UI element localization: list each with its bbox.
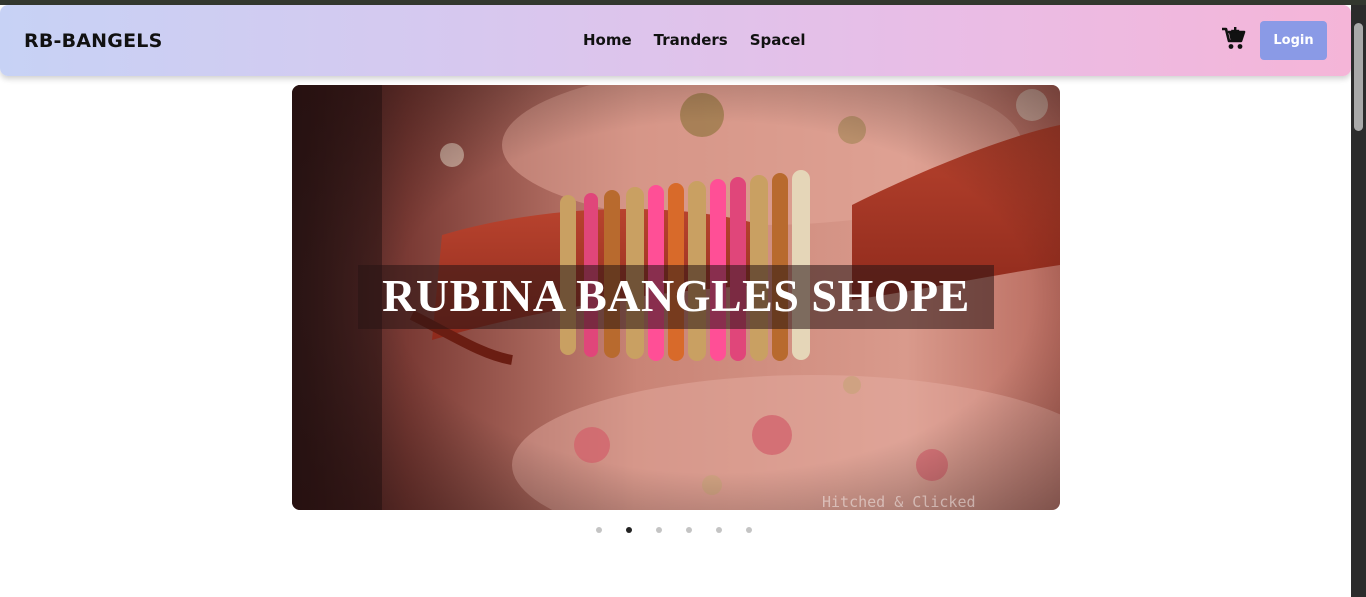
carousel-dot-6[interactable] bbox=[746, 527, 752, 533]
page-scrollbar[interactable] bbox=[1351, 5, 1366, 597]
slide-caption: RUBINA BANGLES SHOPE bbox=[382, 270, 970, 321]
carousel-indicators bbox=[596, 527, 776, 533]
hero-carousel[interactable]: RUBINA BANGLES SHOPE Hitched & Clicked bbox=[292, 85, 1060, 510]
login-button[interactable]: Login bbox=[1260, 21, 1327, 60]
scrollbar-thumb[interactable] bbox=[1354, 23, 1363, 131]
carousel-dot-5[interactable] bbox=[716, 527, 722, 533]
nav-link-tranders[interactable]: Tranders bbox=[654, 31, 728, 49]
carousel-dot-1[interactable] bbox=[596, 527, 602, 533]
carousel-dot-2[interactable] bbox=[626, 527, 632, 533]
nav-link-spacel[interactable]: Spacel bbox=[750, 31, 806, 49]
cart-icon[interactable] bbox=[1221, 27, 1247, 51]
nav-links: Home Tranders Spacel bbox=[583, 31, 828, 49]
brand-logo[interactable]: RB-BANGELS bbox=[24, 30, 162, 52]
carousel-dot-3[interactable] bbox=[656, 527, 662, 533]
slide-caption-box: RUBINA BANGLES SHOPE bbox=[358, 265, 994, 329]
image-watermark: Hitched & Clicked bbox=[822, 493, 976, 510]
navbar: RB-BANGELS Home Tranders Spacel Login bbox=[0, 5, 1351, 76]
carousel-dot-4[interactable] bbox=[686, 527, 692, 533]
nav-link-home[interactable]: Home bbox=[583, 31, 632, 49]
